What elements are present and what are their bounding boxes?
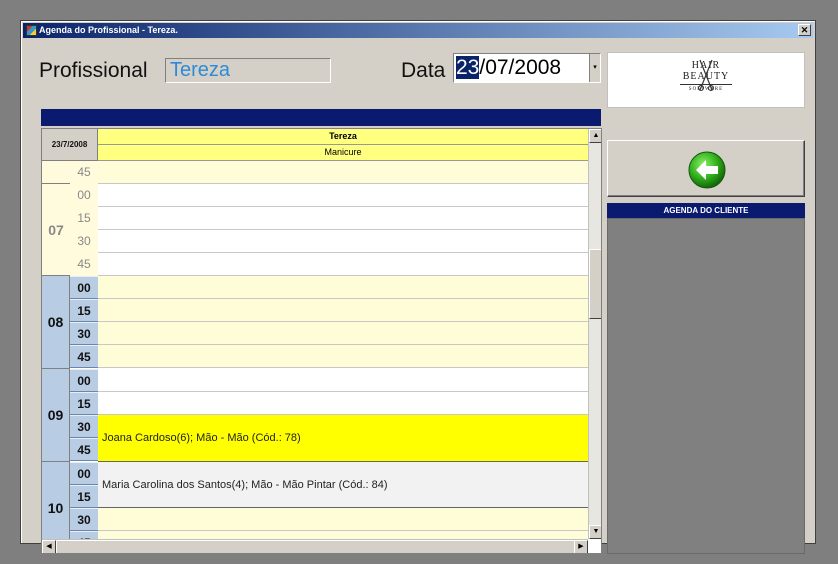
arrow-left-icon bbox=[688, 151, 726, 189]
date-month-year: /07/2008 bbox=[479, 56, 562, 79]
time-slot[interactable] bbox=[98, 508, 588, 531]
minute-cell: 45 bbox=[70, 161, 98, 184]
main-window: Agenda do Profissional - Tereza. ✕ Profi… bbox=[20, 20, 816, 554]
minute-cell: 15 bbox=[70, 392, 98, 415]
minute-cell: 45 bbox=[70, 345, 98, 368]
minute-cell: 15 bbox=[70, 485, 98, 508]
time-slot[interactable] bbox=[98, 161, 588, 184]
date-day-selected: 23 bbox=[456, 56, 480, 79]
hour-cell-06 bbox=[42, 161, 70, 184]
vertical-scrollbar[interactable]: ▲ ▼ bbox=[588, 129, 601, 539]
close-button[interactable]: ✕ bbox=[798, 24, 811, 36]
time-slot[interactable] bbox=[98, 276, 588, 299]
time-slot[interactable] bbox=[98, 369, 588, 392]
minute-cell: 45 bbox=[70, 253, 98, 276]
minute-cell: 00 bbox=[70, 184, 98, 207]
horizontal-scroll-thumb[interactable] bbox=[56, 540, 576, 553]
scroll-up-button[interactable]: ▲ bbox=[589, 129, 601, 143]
minute-cell: 30 bbox=[70, 322, 98, 345]
time-slot[interactable] bbox=[98, 207, 588, 230]
appointment-block[interactable]: Joana Cardoso(6); Mão - Mão (Cód.: 78) bbox=[98, 415, 588, 462]
hour-cell-07: 07 bbox=[42, 184, 70, 276]
scroll-right-button[interactable]: ▶ bbox=[574, 540, 588, 553]
grid-date-header: 23/7/2008 bbox=[42, 129, 98, 161]
minute-cell: 15 bbox=[70, 207, 98, 230]
hour-cell-09: 09 bbox=[42, 369, 70, 462]
appointment-block[interactable]: Maria Carolina dos Santos(4); Mão - Mão … bbox=[98, 462, 588, 508]
schedule-grid: 23/7/2008 Tereza Manicure 45 07 00 15 30… bbox=[41, 128, 602, 554]
content-area: Profissional Tereza Data 23/07/2008 ▾ 23… bbox=[29, 45, 807, 557]
date-picker[interactable]: 23/07/2008 ▾ bbox=[453, 53, 601, 83]
time-slot[interactable] bbox=[98, 184, 588, 207]
time-slot[interactable] bbox=[98, 230, 588, 253]
minute-cell: 30 bbox=[70, 230, 98, 253]
minute-cell: 45 bbox=[70, 438, 98, 461]
time-slot[interactable] bbox=[98, 392, 588, 415]
hair-beauty-logo: HAIR BEAUTY SOFTWARE bbox=[676, 56, 736, 106]
client-agenda-panel bbox=[607, 218, 805, 554]
minute-cell: 30 bbox=[70, 415, 98, 438]
time-slot[interactable] bbox=[98, 345, 588, 368]
time-slot[interactable] bbox=[98, 253, 588, 276]
logo-panel: HAIR BEAUTY SOFTWARE bbox=[607, 52, 805, 108]
header-band bbox=[41, 109, 601, 126]
minute-cell: 00 bbox=[70, 462, 98, 485]
date-label: Data bbox=[401, 59, 446, 82]
client-agenda-header: AGENDA DO CLIENTE bbox=[607, 203, 805, 218]
scroll-down-button[interactable]: ▼ bbox=[589, 525, 601, 539]
back-button[interactable] bbox=[607, 140, 805, 197]
minute-cell: 00 bbox=[70, 369, 98, 392]
scissors-icon bbox=[698, 59, 714, 91]
app-icon bbox=[26, 25, 37, 36]
date-dropdown-button[interactable]: ▾ bbox=[589, 54, 600, 82]
professional-label: Profissional bbox=[39, 59, 148, 82]
minute-cell: 15 bbox=[70, 299, 98, 322]
vertical-scroll-thumb[interactable] bbox=[589, 249, 601, 319]
grid-professional-header: Tereza bbox=[98, 129, 588, 145]
grid-role-header: Manicure bbox=[98, 145, 588, 161]
hour-cell-08: 08 bbox=[42, 276, 70, 369]
minute-cell: 30 bbox=[70, 508, 98, 531]
horizontal-scrollbar[interactable]: ◀ ▶ bbox=[42, 539, 588, 553]
professional-field[interactable]: Tereza bbox=[165, 58, 331, 83]
minute-cell: 00 bbox=[70, 276, 98, 299]
time-slot[interactable] bbox=[98, 299, 588, 322]
window-title: Agenda do Profissional - Tereza. bbox=[39, 25, 178, 35]
scroll-left-button[interactable]: ◀ bbox=[42, 540, 56, 553]
title-bar: Agenda do Profissional - Tereza. ✕ bbox=[23, 23, 813, 38]
time-slot[interactable] bbox=[98, 322, 588, 345]
